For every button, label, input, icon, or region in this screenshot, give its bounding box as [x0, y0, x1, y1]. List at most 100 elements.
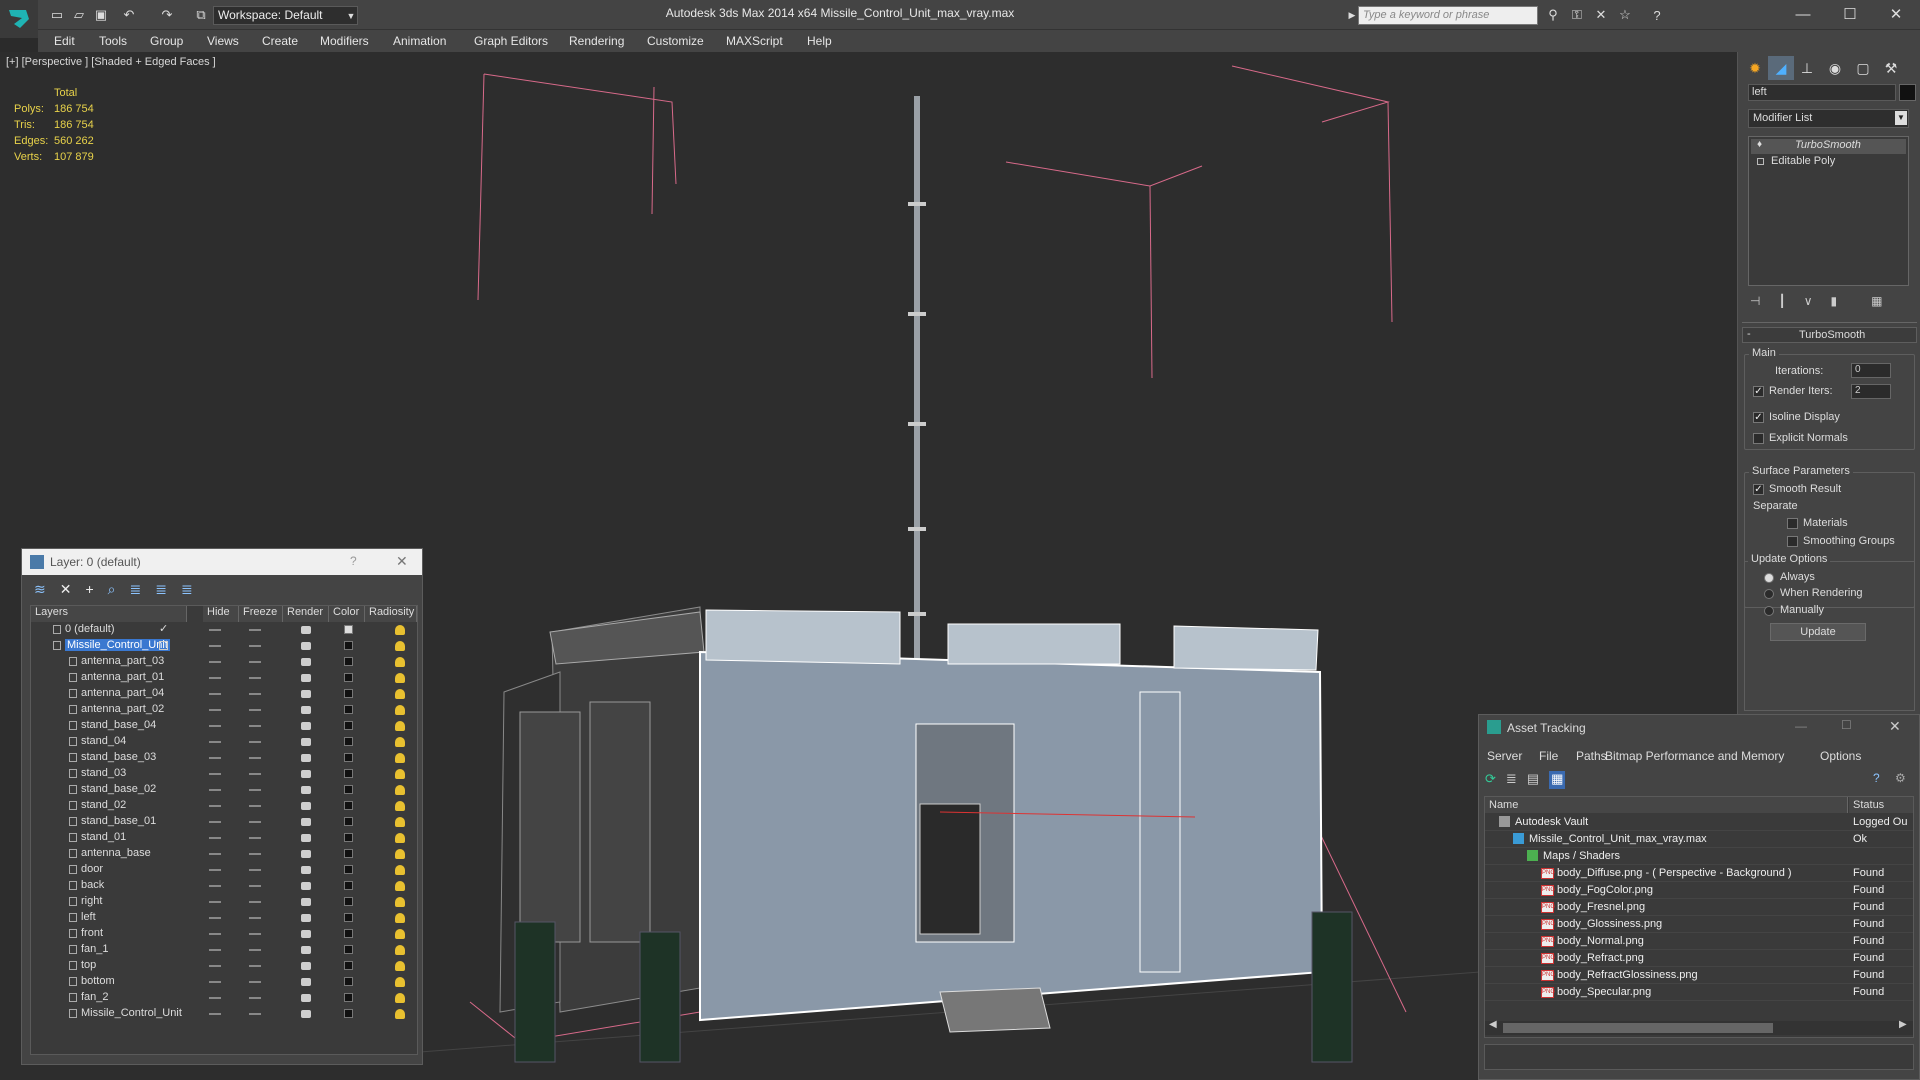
radiosity-icon[interactable]: [395, 785, 405, 795]
layer-color-swatch[interactable]: [344, 641, 353, 650]
freeze-layers-icon[interactable]: ≣: [181, 581, 193, 599]
layer-color-swatch[interactable]: [344, 881, 353, 890]
layer-name[interactable]: door: [81, 863, 103, 875]
hide-toggle[interactable]: [209, 965, 221, 967]
select-layer-icon[interactable]: ≣: [130, 581, 142, 599]
undo-icon[interactable]: ↶: [120, 6, 138, 24]
freeze-toggle[interactable]: [249, 1013, 261, 1015]
hide-toggle[interactable]: [209, 693, 221, 695]
column-header[interactable]: Hide: [203, 606, 239, 622]
layer-name[interactable]: right: [81, 895, 102, 907]
layer-color-swatch[interactable]: [344, 625, 353, 634]
menu-create[interactable]: Create: [262, 34, 298, 48]
render-toggle-icon[interactable]: [301, 658, 311, 666]
layer-object-row[interactable]: fan_1: [31, 942, 417, 958]
pin-stack-icon[interactable]: ⊣: [1750, 294, 1760, 312]
layer-name[interactable]: top: [81, 959, 96, 971]
minimize-icon[interactable]: —: [1783, 2, 1823, 26]
materials-checkbox[interactable]: [1787, 518, 1798, 529]
modifier-list-dropdown[interactable]: Modifier List: [1748, 109, 1909, 128]
freeze-toggle[interactable]: [249, 789, 261, 791]
help-icon[interactable]: ?: [350, 554, 357, 568]
column-header[interactable]: Freeze: [239, 606, 283, 622]
close-icon[interactable]: ✕: [1889, 718, 1901, 735]
radiosity-icon[interactable]: [395, 625, 405, 635]
layer-object-row[interactable]: antenna_part_03: [31, 654, 417, 670]
help-icon[interactable]: ?: [1873, 771, 1880, 785]
expand-icon[interactable]: [1757, 158, 1764, 165]
layer-row[interactable]: 0 (default) ✓: [31, 622, 417, 638]
layer-object-row[interactable]: top: [31, 958, 417, 974]
asset-row[interactable]: PNG body_RefractGlossiness.png Found: [1485, 967, 1913, 984]
radiosity-icon[interactable]: [395, 817, 405, 827]
render-toggle-icon[interactable]: [301, 850, 311, 858]
layer-color-swatch[interactable]: [344, 961, 353, 970]
layer-object-row[interactable]: front: [31, 926, 417, 942]
hide-toggle[interactable]: [209, 949, 221, 951]
layer-color-swatch[interactable]: [344, 785, 353, 794]
key-icon[interactable]: ⚿: [1568, 6, 1586, 24]
radiosity-icon[interactable]: [395, 705, 405, 715]
freeze-toggle[interactable]: [249, 917, 261, 919]
column-header[interactable]: Layers: [31, 606, 187, 622]
render-toggle-icon[interactable]: [301, 1010, 311, 1018]
freeze-toggle[interactable]: [249, 981, 261, 983]
freeze-toggle[interactable]: [249, 693, 261, 695]
render-toggle-icon[interactable]: [301, 882, 311, 890]
radiosity-icon[interactable]: [395, 977, 405, 987]
detail-view-icon[interactable]: ▤: [1527, 771, 1539, 789]
remove-modifier-icon[interactable]: ▮: [1830, 294, 1837, 312]
workspace-dropdown[interactable]: Workspace: Default: [213, 6, 358, 25]
render-toggle-icon[interactable]: [301, 722, 311, 730]
hide-toggle[interactable]: [209, 773, 221, 775]
hide-toggle[interactable]: [209, 645, 221, 647]
layer-manager-titlebar[interactable]: Layer: 0 (default) ? ✕: [22, 549, 422, 575]
layer-object-row[interactable]: door: [31, 862, 417, 878]
always-radio[interactable]: [1764, 573, 1774, 583]
hierarchy-tab-icon[interactable]: ⊥: [1794, 56, 1820, 80]
hide-toggle[interactable]: [209, 821, 221, 823]
asset-row[interactable]: PNG body_FogColor.png Found: [1485, 882, 1913, 899]
render-toggle-icon[interactable]: [301, 642, 311, 650]
render-toggle-icon[interactable]: [301, 690, 311, 698]
layer-object-row[interactable]: stand_01: [31, 830, 417, 846]
render-toggle-icon[interactable]: [301, 994, 311, 1002]
hide-toggle[interactable]: [209, 1013, 221, 1015]
star-icon[interactable]: ☆: [1616, 6, 1634, 24]
freeze-toggle[interactable]: [249, 965, 261, 967]
layer-name[interactable]: antenna_part_04: [81, 687, 164, 699]
layer-color-swatch[interactable]: [344, 801, 353, 810]
layer-object-row[interactable]: antenna_part_02: [31, 702, 417, 718]
help-icon[interactable]: ?: [1648, 6, 1666, 24]
layer-name[interactable]: stand_base_04: [81, 719, 156, 731]
render-toggle-icon[interactable]: [301, 834, 311, 842]
delete-layer-icon[interactable]: ✕: [60, 581, 72, 599]
smoothing-groups-checkbox[interactable]: [1787, 536, 1798, 547]
scrollbar-thumb[interactable]: [1503, 1023, 1773, 1033]
hide-toggle[interactable]: [209, 885, 221, 887]
hide-toggle[interactable]: [209, 837, 221, 839]
layer-name[interactable]: 0 (default): [65, 623, 115, 635]
render-toggle-icon[interactable]: [301, 898, 311, 906]
column-header[interactable]: Radiosity: [365, 606, 417, 622]
render-toggle-icon[interactable]: [301, 978, 311, 986]
open-file-icon[interactable]: ▱: [70, 6, 88, 24]
add-to-layer-icon[interactable]: +: [85, 581, 93, 599]
asset-row[interactable]: Maps / Shaders: [1485, 848, 1913, 865]
freeze-toggle[interactable]: [249, 677, 261, 679]
freeze-toggle[interactable]: [249, 933, 261, 935]
render-toggle-icon[interactable]: [301, 866, 311, 874]
radiosity-icon[interactable]: [395, 993, 405, 1003]
menu-maxscript[interactable]: MAXScript: [726, 34, 783, 48]
update-button[interactable]: Update: [1770, 623, 1866, 641]
minimize-icon[interactable]: —: [1795, 719, 1807, 733]
freeze-toggle[interactable]: [249, 741, 261, 743]
menu-help[interactable]: Help: [807, 34, 832, 48]
save-file-icon[interactable]: ▣: [92, 6, 110, 24]
layer-color-swatch[interactable]: [344, 977, 353, 986]
layer-color-swatch[interactable]: [344, 865, 353, 874]
menu-rendering[interactable]: Rendering: [569, 34, 624, 48]
iterations-spinner[interactable]: 0: [1851, 363, 1891, 378]
asset-tracking-titlebar[interactable]: Asset Tracking — ☐ ✕: [1479, 715, 1919, 741]
layer-color-swatch[interactable]: [344, 1009, 353, 1018]
